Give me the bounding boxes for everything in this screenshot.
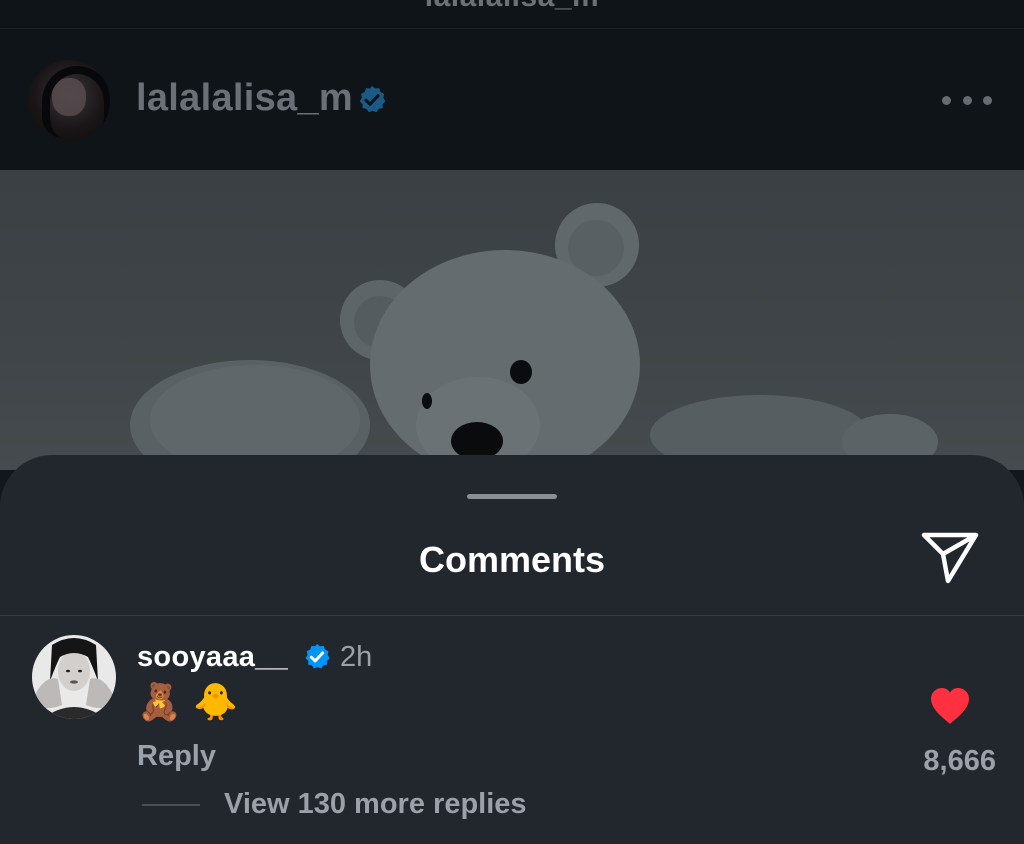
post-author-username[interactable]: lalalalisa_m: [136, 77, 353, 120]
commenter-username[interactable]: sooyaaa__: [137, 641, 288, 674]
send-icon[interactable]: [918, 529, 982, 587]
view-more-replies-button[interactable]: View 130 more replies: [224, 788, 527, 821]
teddy-bear-illustration: [130, 203, 938, 470]
reply-button[interactable]: Reply: [137, 740, 216, 773]
commenter-avatar[interactable]: [32, 635, 116, 719]
comment-text: 🧸 🐥: [137, 682, 239, 723]
comment-timestamp: 2h: [340, 641, 373, 673]
post-image[interactable]: [0, 170, 1024, 470]
top-nav: lalalalisa_m: [0, 0, 1024, 29]
post-header: lalalalisa_m: [0, 29, 1024, 170]
top-nav-title: lalalalisa_m: [0, 0, 1024, 14]
sheet-divider: [0, 615, 1024, 616]
more-options-icon[interactable]: [942, 85, 992, 115]
drag-handle[interactable]: [467, 494, 557, 499]
verified-badge-icon: [359, 86, 386, 113]
heart-icon[interactable]: [928, 686, 972, 726]
like-count: 8,666: [923, 745, 996, 777]
verified-badge-icon: [305, 643, 330, 669]
instagram-post-screen: lalalalisa_m lalalalisa_m: [0, 0, 1024, 844]
comments-title: Comments: [418, 539, 606, 580]
post-author-avatar[interactable]: [28, 60, 110, 142]
replies-divider-line: [142, 804, 200, 806]
comments-sheet: Comments sooyaaa__ 2h 🧸 🐥 Reply 8,666 Vi…: [0, 455, 1024, 844]
